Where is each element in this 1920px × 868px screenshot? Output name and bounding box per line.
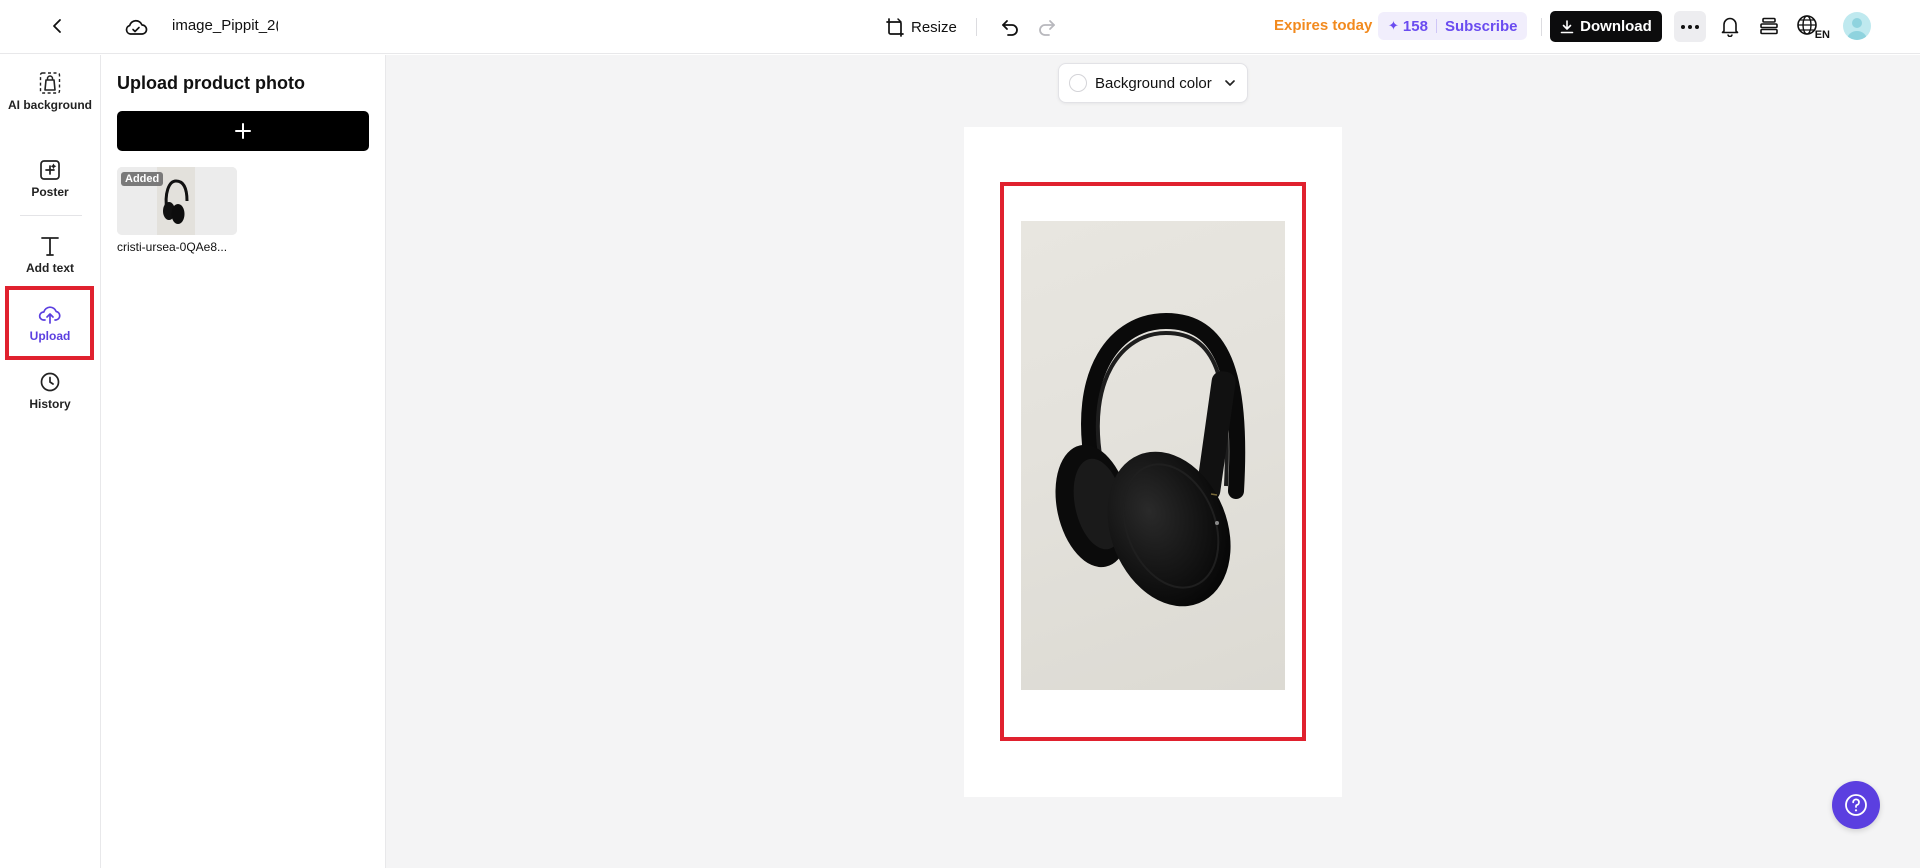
file-name[interactable]: image_Pippit_2( (172, 16, 278, 36)
download-button[interactable]: Download (1550, 11, 1662, 42)
sidebar-item-add-text[interactable]: Add text (6, 233, 94, 276)
sidebar-item-label: History (29, 397, 71, 411)
language-code: EN (1814, 29, 1830, 41)
back-button[interactable] (44, 13, 70, 39)
rail-divider (20, 215, 82, 216)
sidebar-item-poster[interactable]: Poster (6, 157, 94, 200)
sparkle-icon: ✦ (1388, 18, 1399, 33)
cloud-sync-button[interactable] (122, 13, 150, 41)
top-bar: image_Pippit_2( Resize Expires today ✦ 1… (0, 0, 1920, 54)
panel-title: Upload product photo (117, 73, 305, 93)
sidebar-item-label: AI background (7, 98, 92, 112)
uploaded-photo-thumbnail[interactable]: Added (117, 167, 237, 235)
notifications-button[interactable] (1716, 12, 1744, 40)
sidebar-item-history[interactable]: History (6, 369, 94, 412)
added-badge: Added (121, 172, 164, 186)
poster-icon (37, 157, 63, 183)
help-button[interactable] (1832, 781, 1880, 829)
thumbnail-filename: cristi-ursea-0QAe8... (117, 240, 228, 254)
upload-cloud-icon (37, 301, 63, 327)
stack-icon (1760, 17, 1778, 35)
clock-icon (37, 369, 63, 395)
background-color-dropdown[interactable]: Background color (1058, 63, 1248, 103)
text-icon (37, 233, 63, 259)
credits-pill[interactable]: ✦ 158 Subscribe (1378, 12, 1528, 40)
headphones-product-image (1055, 312, 1246, 607)
add-photo-button[interactable] (117, 111, 369, 151)
ai-background-icon (37, 70, 63, 96)
undo-button[interactable] (996, 13, 1024, 41)
resize-label: Resize (911, 18, 957, 36)
undo-icon (1002, 20, 1018, 36)
user-avatar-icon (1847, 18, 1867, 40)
bell-icon (1721, 17, 1739, 37)
color-swatch (1069, 74, 1087, 92)
avatar[interactable] (1843, 12, 1871, 40)
sidebar-item-label: Poster (31, 185, 69, 199)
upload-panel: Upload product photo Added cristi-ursea-… (101, 55, 386, 868)
sidebar-item-ai-background[interactable]: AI background (6, 70, 94, 113)
redo-button[interactable] (1033, 13, 1061, 41)
chevron-left-icon (53, 19, 61, 33)
pill-divider (1435, 19, 1437, 33)
sidebar-item-label: Upload (29, 329, 71, 343)
tool-rail: AI background Poster Add text Upload His… (0, 55, 101, 868)
more-options-button[interactable] (1674, 11, 1706, 42)
redo-icon (1039, 20, 1055, 36)
resize-icon (886, 18, 904, 37)
credits-count: 158 (1402, 17, 1428, 35)
product-photo[interactable] (1021, 221, 1285, 690)
toolbar-divider (1541, 18, 1542, 36)
cloud-sync-icon (125, 19, 148, 35)
download-label: Download (1580, 18, 1652, 35)
subscribe-link[interactable]: Subscribe (1445, 18, 1518, 35)
download-icon (1560, 19, 1574, 33)
toolbar-divider (976, 18, 977, 36)
help-icon (1845, 794, 1867, 816)
sidebar-item-label: Add text (26, 261, 74, 275)
background-color-label: Background color (1095, 74, 1212, 92)
expires-label: Expires today (1274, 17, 1373, 34)
sidebar-item-upload[interactable]: Upload (6, 301, 94, 344)
plus-icon (235, 123, 251, 139)
resize-button[interactable]: Resize (885, 13, 957, 41)
chevron-down-icon (1223, 76, 1237, 90)
language-button[interactable]: EN (1796, 11, 1830, 41)
more-horizontal-icon (1681, 24, 1699, 29)
layers-button[interactable] (1755, 12, 1783, 40)
